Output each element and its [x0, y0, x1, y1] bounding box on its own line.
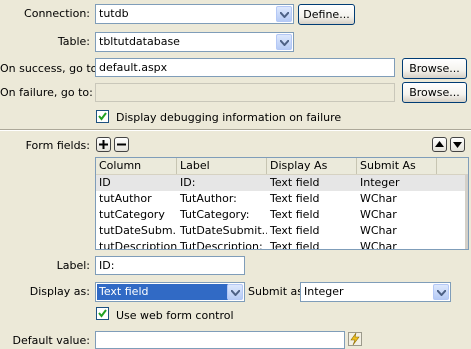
table-cell: Text field	[270, 176, 320, 189]
plus-icon	[99, 140, 108, 149]
arrow-up-icon	[435, 141, 444, 147]
on-success-label: On success, go to:	[0, 62, 102, 75]
table-row[interactable]: tutDescription TutDescription: Text field W…	[96, 239, 468, 250]
table-cell: tutAuthor	[99, 192, 152, 205]
display-as-select[interactable]: Text field	[95, 282, 245, 302]
table-cell: ID:	[180, 176, 196, 189]
debug-checkbox[interactable]	[96, 110, 109, 123]
on-success-browse-button[interactable]: Browse...	[402, 58, 467, 79]
table-cell: TutCategory:	[180, 208, 250, 221]
submit-as-value: Integer	[304, 285, 344, 298]
on-failure-browse-button[interactable]: Browse...	[402, 82, 467, 103]
chevron-down-icon[interactable]	[227, 284, 243, 300]
submit-as-label: Submit as:	[248, 285, 307, 298]
column-header-label[interactable]: Label	[177, 158, 267, 174]
table-cell: TutDescription:	[180, 240, 263, 250]
table-cell: Text field	[270, 240, 320, 250]
table-value: tbltutdatabase	[99, 35, 180, 48]
on-success-value: default.aspx	[99, 61, 168, 74]
table-cell: WChar	[360, 192, 397, 205]
column-header-display-as[interactable]: Display As	[267, 158, 357, 174]
column-header-submit-as[interactable]: Submit As	[357, 158, 437, 174]
web-form-control-checkbox[interactable]	[96, 307, 109, 320]
table-row[interactable]: tutAuthor TutAuthor: Text field WChar	[96, 191, 468, 207]
table-row[interactable]: ID ID: Text field Integer	[96, 175, 468, 191]
lightning-icon[interactable]	[348, 332, 362, 346]
table-row[interactable]: tutCategory TutCategory: Text field WChar	[96, 207, 468, 223]
grid-scrollbar[interactable]	[465, 174, 468, 249]
submit-as-select[interactable]: Integer	[300, 282, 451, 302]
table-cell: WChar	[360, 224, 397, 237]
connection-label: Connection:	[24, 7, 90, 20]
define-button[interactable]: Define...	[298, 4, 355, 25]
default-value-label: Default value:	[12, 334, 90, 347]
checkmark-icon	[98, 112, 107, 121]
debug-label: Display debugging information on failure	[116, 111, 342, 124]
table-cell: WChar	[360, 240, 397, 250]
remove-field-button[interactable]	[114, 137, 129, 152]
move-up-button[interactable]	[432, 137, 447, 152]
field-label-input[interactable]: ID:	[95, 256, 245, 275]
separator	[0, 129, 471, 131]
table-cell: WChar	[360, 208, 397, 221]
field-label-value: ID:	[99, 259, 115, 272]
add-field-button[interactable]	[96, 137, 111, 152]
form-fields-label: Form fields:	[25, 139, 90, 152]
table-cell: tutCategory	[99, 208, 165, 221]
table-cell: tutDateSubm...	[99, 224, 177, 237]
web-form-control-label: Use web form control	[116, 309, 234, 322]
field-label-label: Label:	[56, 259, 90, 272]
table-cell: Integer	[360, 176, 400, 189]
form-fields-grid[interactable]: Column Label Display As Submit As ID ID: T…	[95, 157, 469, 250]
arrow-down-icon	[453, 142, 462, 148]
on-failure-label: On failure, go to:	[0, 86, 93, 99]
table-cell: Text field	[270, 192, 320, 205]
chevron-down-icon[interactable]	[276, 34, 292, 50]
on-failure-input[interactable]	[95, 83, 395, 102]
table-cell: Text field	[270, 224, 320, 237]
chevron-down-icon[interactable]	[276, 6, 292, 22]
table-cell: Text field	[270, 208, 320, 221]
move-down-button[interactable]	[450, 137, 465, 152]
grid-header: Column Label Display As Submit As	[96, 158, 468, 175]
table-label: Table:	[57, 35, 90, 48]
on-success-input[interactable]: default.aspx	[95, 58, 395, 77]
column-header-column[interactable]: Column	[96, 158, 177, 174]
table-cell: ID	[99, 176, 111, 189]
table-cell: TutAuthor:	[180, 192, 237, 205]
default-value-input[interactable]	[95, 331, 345, 349]
table-select[interactable]: tbltutdatabase	[95, 32, 294, 52]
table-cell: TutDateSubmit...	[180, 224, 267, 237]
display-as-value: Text field	[97, 284, 228, 300]
table-cell: tutDescription	[99, 240, 177, 250]
chevron-down-icon[interactable]	[433, 284, 449, 300]
connection-value: tutdb	[99, 7, 129, 20]
table-row[interactable]: tutDateSubm... TutDateSubmit... Text field…	[96, 223, 468, 239]
checkmark-icon	[98, 309, 107, 318]
display-as-label: Display as:	[29, 285, 90, 298]
connection-select[interactable]: tutdb	[95, 4, 294, 24]
minus-icon	[117, 143, 126, 146]
